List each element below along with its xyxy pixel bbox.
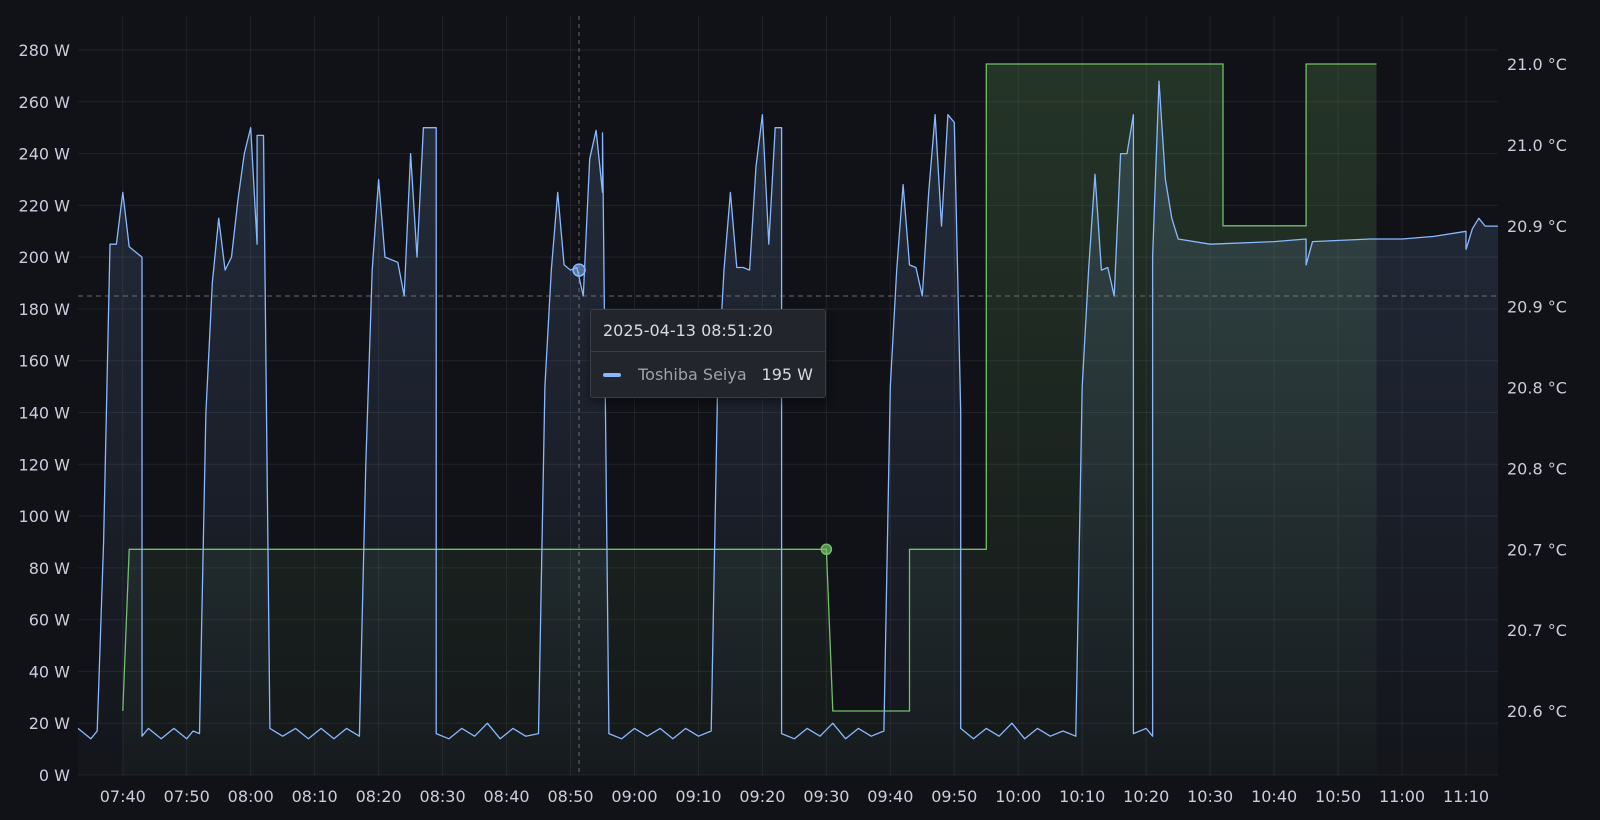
- hover-point-power: [572, 263, 586, 277]
- y-right-tick-label-0: 20.6 °C: [1507, 702, 1567, 721]
- y-left-tick-label-1: 20 W: [29, 714, 70, 733]
- y-left-tick-label-11: 220 W: [19, 196, 71, 215]
- x-tick-label-5: 08:30: [420, 787, 466, 806]
- y-right-tick-label-7: 21.0 °C: [1507, 136, 1567, 155]
- x-tick-label-3: 08:10: [292, 787, 338, 806]
- y-left-tick-label-2: 40 W: [29, 662, 70, 681]
- x-tick-label-9: 09:10: [675, 787, 721, 806]
- x-tick-label-4: 08:20: [356, 787, 402, 806]
- y-right-tick-label-4: 20.8 °C: [1507, 379, 1567, 398]
- y-left-tick-label-3: 60 W: [29, 611, 70, 630]
- series-color-swatch: [603, 372, 621, 377]
- hover-point-temperature: [820, 543, 833, 555]
- y-left-tick-label-6: 120 W: [19, 455, 71, 474]
- tooltip-series-name: Toshiba Seiya: [638, 365, 747, 384]
- y-right-tick-label-6: 20.9 °C: [1507, 217, 1567, 236]
- x-tick-label-17: 10:30: [1187, 787, 1233, 806]
- x-tick-label-15: 10:10: [1059, 787, 1105, 806]
- x-tick-label-19: 10:50: [1315, 787, 1361, 806]
- y-left-tick-label-12: 240 W: [19, 145, 71, 164]
- x-tick-label-14: 10:00: [995, 787, 1041, 806]
- y-left-tick-label-13: 260 W: [19, 93, 71, 112]
- y-left-tick-label-5: 100 W: [19, 507, 71, 526]
- tooltip-series-row: Toshiba Seiya 195 W: [591, 352, 825, 398]
- y-right-tick-label-3: 20.8 °C: [1507, 459, 1567, 478]
- y-right-tick-label-2: 20.7 °C: [1507, 540, 1567, 559]
- x-tick-label-2: 08:00: [228, 787, 274, 806]
- x-tick-label-7: 08:50: [547, 787, 593, 806]
- time-series-panel[interactable]: 0 W 20 W 40 W 60 W 80 W 100 W 120 W 140 W 160 W 1…: [0, 0, 1600, 820]
- y-left-tick-label-0: 0 W: [39, 766, 70, 785]
- y-right-tick-label-5: 20.9 °C: [1507, 298, 1567, 317]
- y-left-tick-label-4: 80 W: [29, 559, 70, 578]
- x-tick-label-11: 09:30: [803, 787, 849, 806]
- x-tick-label-0: 07:40: [100, 787, 146, 806]
- x-tick-label-8: 09:00: [611, 787, 657, 806]
- x-tick-label-18: 10:40: [1251, 787, 1297, 806]
- hover-tooltip: 2025-04-13 08:51:20 Toshiba Seiya 195 W: [590, 309, 826, 398]
- x-tick-label-16: 10:20: [1123, 787, 1169, 806]
- y-left-tick-label-8: 160 W: [19, 352, 71, 371]
- y-left-tick-label-7: 140 W: [19, 404, 71, 423]
- y-right-tick-label-1: 20.7 °C: [1507, 621, 1567, 640]
- y-right-tick-label-8: 21.0 °C: [1507, 55, 1567, 74]
- chart-canvas[interactable]: 0 W 20 W 40 W 60 W 80 W 100 W 120 W 140 W 160 W 1…: [0, 0, 1600, 820]
- x-tick-label-20: 11:00: [1379, 787, 1425, 806]
- x-tick-label-10: 09:20: [739, 787, 785, 806]
- tooltip-timestamp: 2025-04-13 08:51:20: [591, 310, 825, 352]
- x-tick-label-21: 11:10: [1443, 787, 1489, 806]
- y-left-tick-label-14: 280 W: [19, 41, 71, 60]
- tooltip-series-value: 195 W: [761, 365, 813, 384]
- x-tick-label-1: 07:50: [164, 787, 210, 806]
- x-tick-label-6: 08:40: [484, 787, 530, 806]
- x-tick-label-12: 09:40: [867, 787, 913, 806]
- y-left-tick-label-10: 200 W: [19, 248, 71, 267]
- y-left-tick-label-9: 180 W: [19, 300, 71, 319]
- x-tick-label-13: 09:50: [931, 787, 977, 806]
